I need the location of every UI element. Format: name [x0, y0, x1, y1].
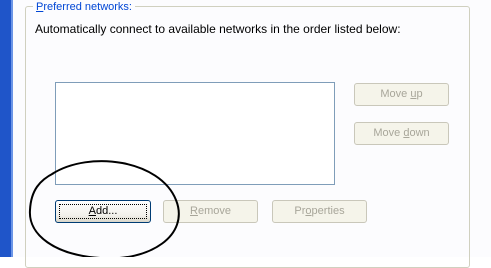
preferred-networks-list[interactable]: [55, 82, 335, 185]
remove-label-post: emove: [197, 205, 231, 217]
move-down-button[interactable]: Move down: [354, 122, 449, 145]
remove-label-accel: R: [190, 205, 198, 217]
preferred-networks-label: Preferred networks:: [33, 0, 135, 14]
preferred-networks-description: Automatically connect to available netwo…: [35, 22, 401, 36]
window-frame-edge: [0, 0, 13, 257]
add-button[interactable]: Add...: [55, 200, 151, 223]
remove-button[interactable]: Remove: [163, 200, 258, 223]
move-up-label-post: p: [416, 88, 423, 100]
move-down-label-post: own: [409, 127, 430, 139]
move-up-label-pre: Move: [380, 88, 411, 100]
properties-label-post: perties: [311, 205, 345, 217]
move-down-label-pre: Move: [373, 127, 404, 139]
properties-label-pre: Pr: [294, 205, 306, 217]
add-label-accel: A: [88, 205, 96, 217]
legend-rest: referred networks:: [43, 1, 132, 13]
move-up-button[interactable]: Move up: [354, 83, 449, 106]
properties-button[interactable]: Properties: [272, 200, 367, 223]
add-label-post: dd...: [95, 205, 118, 217]
